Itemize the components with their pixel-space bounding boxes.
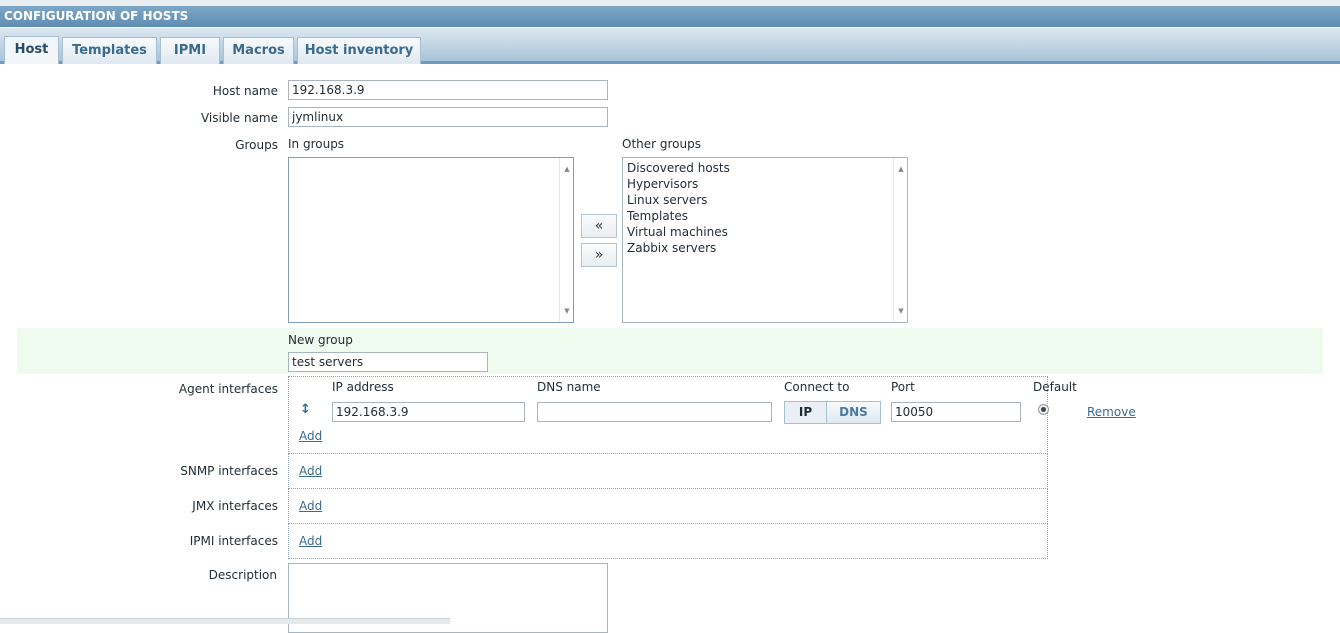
connect-ip-button[interactable]: IP — [784, 401, 827, 424]
ipmi-interfaces-box — [288, 523, 1048, 559]
default-header: Default — [1033, 380, 1077, 394]
in-groups-scrollbar[interactable]: ▲ ▼ — [559, 158, 573, 322]
snmp-interfaces-box — [288, 453, 1048, 489]
tab-macros[interactable]: Macros — [223, 37, 294, 64]
new-group-row — [17, 328, 1323, 374]
other-groups-label: Other groups — [622, 137, 701, 151]
add-snmp-interface-link[interactable]: Add — [299, 464, 322, 478]
groups-label: Groups — [235, 138, 278, 152]
list-item[interactable]: Zabbix servers — [627, 240, 903, 256]
scroll-down-icon[interactable]: ▼ — [894, 303, 907, 319]
add-agent-interface-link[interactable]: Add — [299, 429, 322, 443]
tab-ipmi[interactable]: IPMI — [160, 37, 220, 64]
scroll-down-icon[interactable]: ▼ — [560, 303, 573, 319]
jmx-interfaces-box — [288, 488, 1048, 524]
drag-handle-icon[interactable]: ↕ — [300, 402, 311, 417]
visible-name-label: Visible name — [200, 111, 278, 125]
visible-name-input[interactable] — [288, 107, 608, 127]
connect-dns-button[interactable]: DNS — [826, 401, 881, 424]
jmx-interfaces-label: JMX interfaces — [192, 499, 278, 513]
add-jmx-interface-link[interactable]: Add — [299, 499, 322, 513]
dns-name-header: DNS name — [537, 380, 601, 394]
in-groups-label: In groups — [288, 137, 345, 151]
page-title: CONFIGURATION OF HOSTS — [0, 6, 1340, 27]
list-item[interactable]: Templates — [627, 208, 903, 224]
tab-host[interactable]: Host — [4, 36, 59, 64]
host-name-input[interactable] — [288, 80, 608, 100]
agent-ip-input[interactable] — [332, 402, 525, 422]
description-label: Description — [208, 568, 277, 582]
list-item[interactable]: Linux servers — [627, 192, 903, 208]
agent-interfaces-label: Agent interfaces — [178, 382, 278, 396]
move-to-other-groups-button[interactable]: » — [581, 243, 617, 267]
agent-port-input[interactable] — [891, 402, 1021, 422]
agent-dns-input[interactable] — [537, 402, 772, 422]
tab-host-inventory[interactable]: Host inventory — [297, 37, 421, 64]
new-group-label: New group — [288, 333, 353, 347]
other-groups-scrollbar[interactable]: ▲ ▼ — [893, 158, 907, 322]
tab-templates[interactable]: Templates — [62, 37, 157, 64]
scroll-up-icon[interactable]: ▲ — [894, 161, 907, 177]
scroll-up-icon[interactable]: ▲ — [560, 161, 573, 177]
in-groups-listbox[interactable]: ▲ ▼ — [288, 157, 574, 323]
add-ipmi-interface-link[interactable]: Add — [299, 534, 322, 548]
remove-interface-link[interactable]: Remove — [1087, 405, 1136, 419]
connect-to-header: Connect to — [784, 380, 850, 394]
port-header: Port — [891, 380, 915, 394]
other-groups-listbox[interactable]: Discovered hosts Hypervisors Linux serve… — [622, 157, 908, 323]
move-to-in-groups-button[interactable]: « — [581, 214, 617, 238]
radio-dot-icon — [1041, 407, 1046, 412]
list-item[interactable]: Hypervisors — [627, 176, 903, 192]
list-item[interactable]: Virtual machines — [627, 224, 903, 240]
new-group-input[interactable] — [288, 352, 488, 372]
default-radio[interactable] — [1038, 404, 1049, 415]
snmp-interfaces-label: SNMP interfaces — [180, 464, 278, 478]
ip-address-header: IP address — [332, 380, 394, 394]
host-name-label: Host name — [212, 84, 278, 98]
ipmi-interfaces-label: IPMI interfaces — [189, 534, 278, 548]
horizontal-scrollbar[interactable] — [0, 618, 450, 624]
list-item[interactable]: Discovered hosts — [627, 160, 903, 176]
